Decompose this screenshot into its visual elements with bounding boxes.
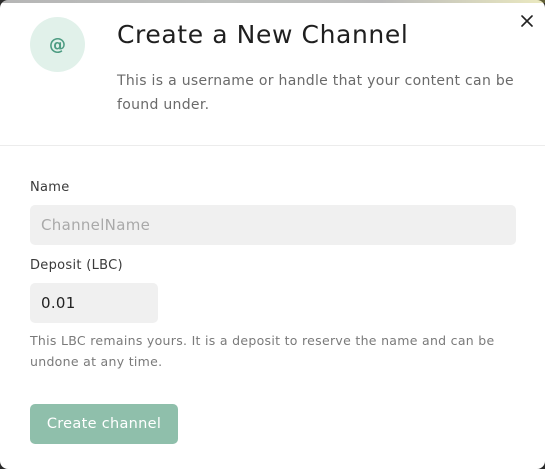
create-channel-button[interactable]: Create channel [30, 404, 178, 444]
modal-title: Create a New Channel [117, 20, 409, 49]
create-channel-modal: @ Create a New Channel This is a usernam… [0, 0, 545, 469]
deposit-help-text: This LBC remains yours. It is a deposit … [30, 333, 495, 369]
channel-name-input[interactable] [30, 205, 516, 245]
close-button[interactable] [516, 10, 538, 32]
name-label: Name [30, 180, 70, 195]
deposit-label: Deposit (LBC) [30, 258, 123, 273]
avatar-symbol: @ [49, 34, 66, 55]
modal-subtitle: This is a username or handle that your c… [117, 73, 514, 113]
deposit-input[interactable] [30, 283, 158, 323]
close-icon [521, 15, 533, 27]
modal-header: @ Create a New Channel This is a usernam… [0, 0, 545, 146]
channel-at-icon: @ [30, 17, 85, 72]
